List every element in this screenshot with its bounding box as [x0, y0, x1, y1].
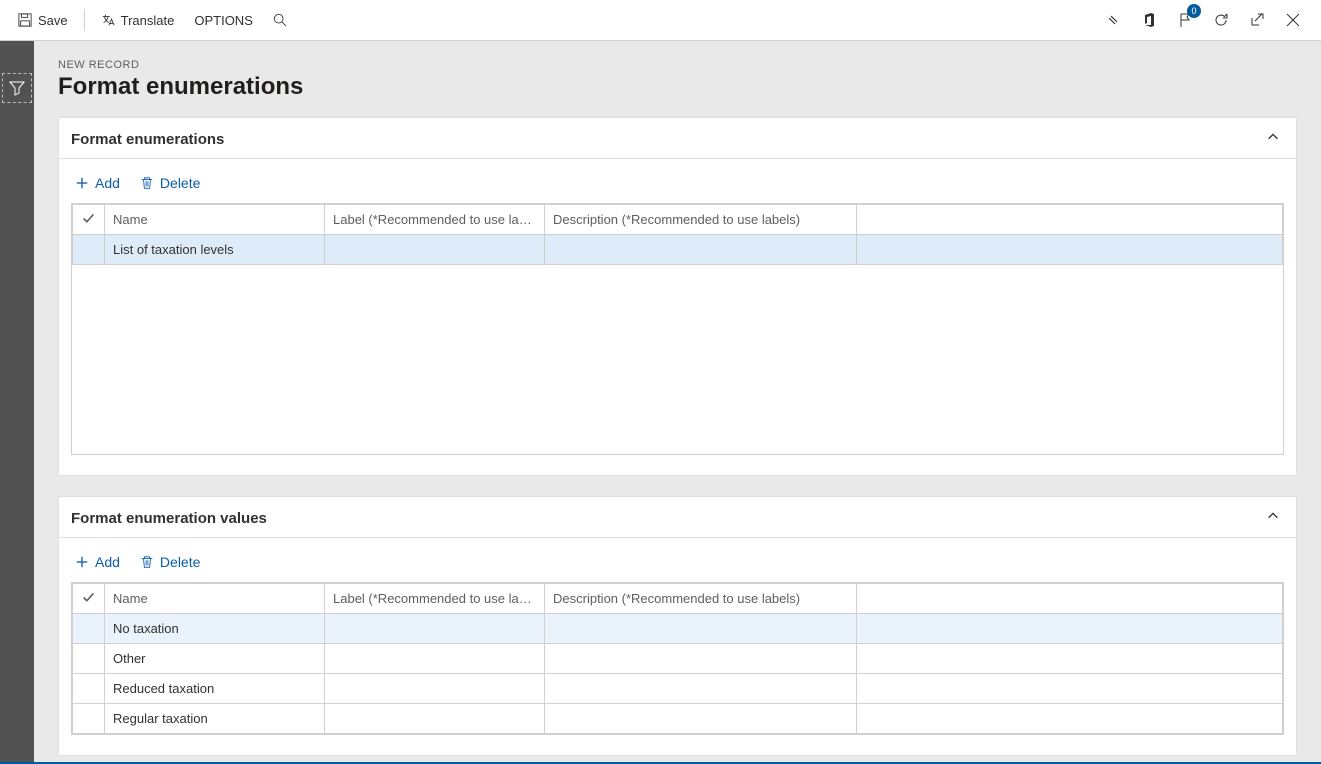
table-row[interactable]: No taxation	[73, 614, 1283, 644]
enumerations-card-header[interactable]: Format enumerations	[59, 118, 1296, 159]
col-label[interactable]: Label (*Recommended to use labels)	[325, 584, 545, 614]
values-card: Format enumeration values Add Delete	[58, 496, 1297, 756]
values-card-header[interactable]: Format enumeration values	[59, 497, 1296, 538]
save-label: Save	[38, 13, 68, 28]
search-icon	[273, 13, 287, 27]
add-button[interactable]: Add	[75, 175, 120, 191]
row-checkbox-cell[interactable]	[73, 674, 105, 704]
cell-description[interactable]	[545, 674, 857, 704]
col-name[interactable]: Name	[105, 205, 325, 235]
chevron-up-icon	[1266, 130, 1280, 144]
select-all-checkbox[interactable]	[73, 205, 105, 235]
cell-label[interactable]	[325, 614, 545, 644]
cell-name[interactable]: Regular taxation	[105, 704, 325, 734]
grid-header-row: Name Label (*Recommended to use labels) …	[73, 584, 1283, 614]
cell-name[interactable]: Other	[105, 644, 325, 674]
col-label[interactable]: Label (*Recommended to use labels)	[325, 205, 545, 235]
link-icon[interactable]	[1103, 10, 1123, 30]
col-name[interactable]: Name	[105, 584, 325, 614]
cell-name[interactable]: No taxation	[105, 614, 325, 644]
close-button[interactable]	[1283, 10, 1303, 30]
enumerations-card: Format enumerations Add Delete	[58, 117, 1297, 476]
close-icon	[1285, 12, 1301, 28]
row-checkbox-cell[interactable]	[73, 614, 105, 644]
check-icon	[82, 212, 95, 225]
delete-label: Delete	[160, 554, 200, 570]
col-blank	[857, 205, 1283, 235]
cell-label[interactable]	[325, 235, 545, 265]
add-label: Add	[95, 175, 120, 191]
cell-blank	[857, 704, 1283, 734]
row-checkbox-cell[interactable]	[73, 644, 105, 674]
options-button[interactable]: OPTIONS	[184, 9, 263, 32]
filter-icon	[9, 80, 25, 96]
cell-blank	[857, 644, 1283, 674]
trash-icon	[140, 555, 154, 569]
options-label: OPTIONS	[194, 13, 253, 28]
row-checkbox-cell[interactable]	[73, 704, 105, 734]
toolbar: Save Translate OPTIONS 0	[0, 0, 1321, 41]
cell-blank	[857, 614, 1283, 644]
cell-blank	[857, 674, 1283, 704]
plus-icon	[75, 555, 89, 569]
separator	[84, 9, 85, 31]
chevron-up-icon	[1266, 509, 1280, 523]
collapse-button[interactable]	[1266, 509, 1280, 527]
translate-label: Translate	[121, 13, 175, 28]
cell-description[interactable]	[545, 704, 857, 734]
popout-button[interactable]	[1247, 10, 1267, 30]
enumerations-card-title: Format enumerations	[71, 131, 224, 148]
cell-blank	[857, 235, 1283, 265]
sidebar	[0, 41, 34, 762]
notification-badge: 0	[1187, 4, 1201, 18]
content: NEW RECORD Format enumerations Format en…	[34, 41, 1321, 762]
save-icon	[18, 13, 32, 27]
trash-icon	[140, 176, 154, 190]
col-blank	[857, 584, 1283, 614]
cell-description[interactable]	[545, 235, 857, 265]
enumerations-grid[interactable]: Name Label (*Recommended to use labels) …	[72, 204, 1283, 265]
cell-label[interactable]	[325, 644, 545, 674]
col-desc[interactable]: Description (*Recommended to use labels)	[545, 205, 857, 235]
table-row[interactable]: Other	[73, 644, 1283, 674]
cell-name[interactable]: Reduced taxation	[105, 674, 325, 704]
row-checkbox-cell[interactable]	[73, 235, 105, 265]
search-button[interactable]	[263, 9, 303, 31]
add-label: Add	[95, 554, 120, 570]
cell-description[interactable]	[545, 614, 857, 644]
cell-name[interactable]: List of taxation levels	[105, 235, 325, 265]
check-icon	[82, 591, 95, 604]
grid-header-row: Name Label (*Recommended to use labels) …	[73, 205, 1283, 235]
refresh-icon	[1213, 12, 1229, 28]
breadcrumb: NEW RECORD	[58, 59, 1297, 71]
select-all-checkbox[interactable]	[73, 584, 105, 614]
table-row[interactable]: List of taxation levels	[73, 235, 1283, 265]
translate-icon	[101, 13, 115, 27]
values-grid[interactable]: Name Label (*Recommended to use labels) …	[72, 583, 1283, 734]
delete-label: Delete	[160, 175, 200, 191]
plus-icon	[75, 176, 89, 190]
filter-button[interactable]	[2, 73, 32, 103]
delete-button[interactable]: Delete	[140, 175, 200, 191]
translate-button[interactable]: Translate	[91, 9, 185, 32]
refresh-button[interactable]	[1211, 10, 1231, 30]
cell-label[interactable]	[325, 704, 545, 734]
cell-description[interactable]	[545, 644, 857, 674]
page-title: Format enumerations	[58, 73, 1297, 101]
delete-button[interactable]: Delete	[140, 554, 200, 570]
notifications-button[interactable]: 0	[1175, 10, 1195, 30]
col-desc[interactable]: Description (*Recommended to use labels)	[545, 584, 857, 614]
cell-label[interactable]	[325, 674, 545, 704]
values-card-title: Format enumeration values	[71, 510, 267, 527]
table-row[interactable]: Reduced taxation	[73, 674, 1283, 704]
office-icon[interactable]	[1139, 10, 1159, 30]
add-button[interactable]: Add	[75, 554, 120, 570]
table-row[interactable]: Regular taxation	[73, 704, 1283, 734]
save-button[interactable]: Save	[8, 9, 78, 32]
collapse-button[interactable]	[1266, 130, 1280, 148]
popout-icon	[1249, 12, 1265, 28]
